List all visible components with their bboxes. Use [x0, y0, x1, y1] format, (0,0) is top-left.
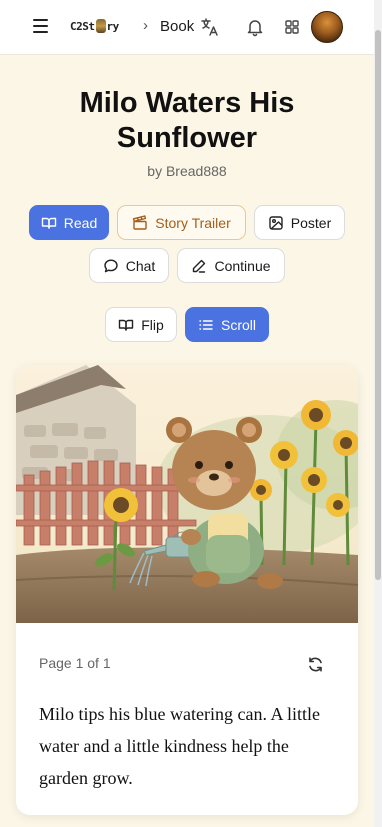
poster-button[interactable]: Poster — [254, 205, 345, 240]
bell-icon[interactable] — [244, 16, 266, 38]
scrollbar-thumb[interactable] — [375, 30, 381, 580]
story-trailer-label: Story Trailer — [155, 214, 231, 231]
story-trailer-button[interactable]: Story Trailer — [117, 205, 246, 240]
chat-button[interactable]: Chat — [89, 248, 169, 283]
translate-icon[interactable] — [199, 16, 221, 38]
scroll-mode-label: Scroll — [220, 316, 256, 333]
image-icon — [269, 215, 283, 230]
logo-book-glyph — [95, 19, 106, 33]
menu-icon[interactable] — [33, 19, 48, 33]
poster-button-label: Poster — [290, 214, 332, 231]
apps-icon[interactable] — [281, 16, 303, 38]
scroll-mode-button[interactable]: Scroll — [185, 307, 269, 342]
continue-button[interactable]: Continue — [177, 248, 285, 283]
story-page-card: Page 1 of 1 Milo tips his blue watering … — [16, 365, 358, 815]
story-title: Milo Waters His Sunflower — [79, 87, 295, 154]
chat-button-label: Chat — [125, 257, 156, 274]
refresh-icon[interactable] — [305, 654, 325, 674]
site-logo[interactable]: C2St ry — [70, 17, 119, 35]
breadcrumb-chevron-icon: › — [143, 17, 148, 34]
top-bar: C2St ry › Book — [0, 0, 374, 55]
clapperboard-icon — [133, 214, 147, 230]
pencil-icon — [193, 259, 206, 273]
read-button-label: Read — [63, 214, 98, 231]
continue-button-label: Continue — [214, 257, 271, 274]
story-illustration — [16, 365, 358, 623]
list-icon — [199, 319, 213, 330]
book-open-icon — [119, 319, 134, 331]
page-indicator: Page 1 of 1 — [39, 655, 111, 671]
avatar[interactable] — [311, 11, 343, 43]
story-author[interactable]: by Bread888 — [20, 163, 354, 179]
flip-mode-label: Flip — [141, 316, 164, 333]
read-button[interactable]: Read — [29, 205, 109, 240]
story-page-text: Milo tips his blue watering can. A littl… — [39, 704, 320, 788]
flip-mode-button[interactable]: Flip — [105, 307, 177, 342]
breadcrumb[interactable]: Book — [160, 18, 194, 35]
chat-bubble-icon — [104, 259, 118, 272]
book-open-icon — [41, 217, 56, 229]
